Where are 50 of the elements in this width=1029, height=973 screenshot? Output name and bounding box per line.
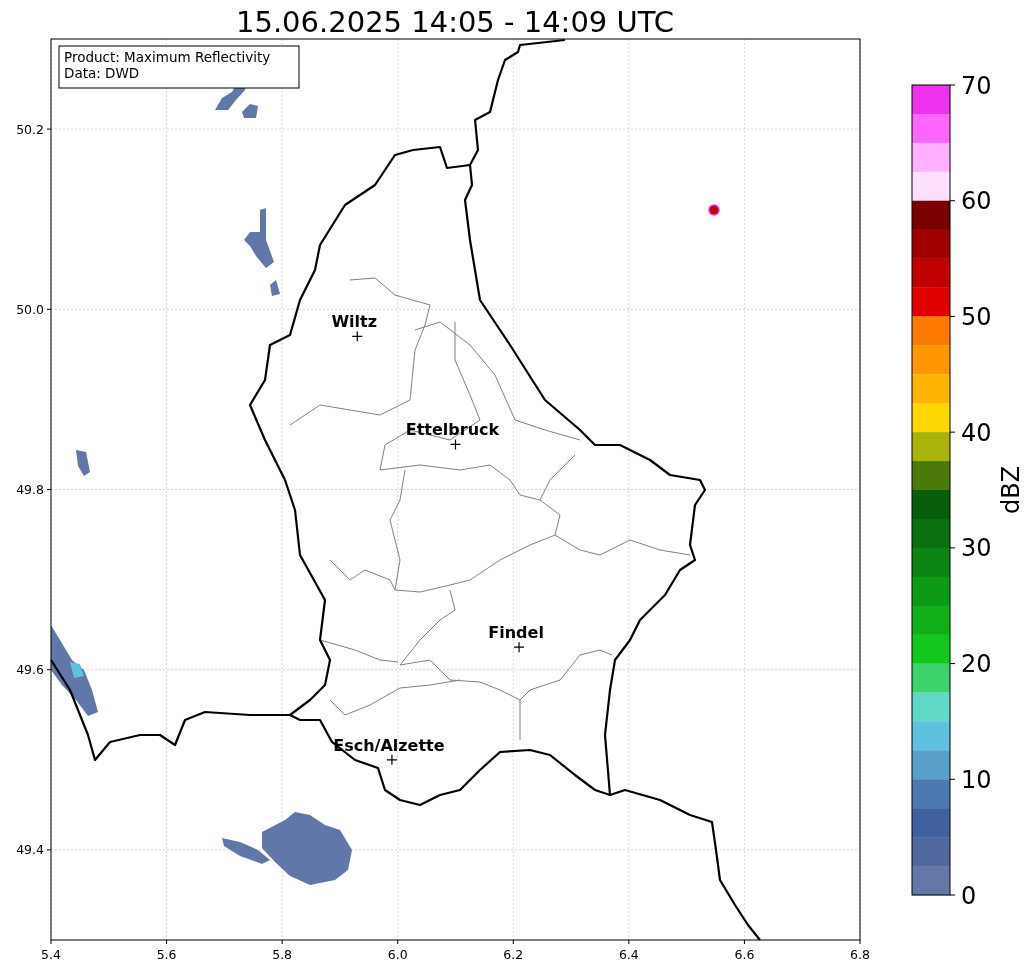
- chart-title: 15.06.2025 14:05 - 14:09 UTC: [236, 5, 674, 39]
- tick-mark: [166, 939, 168, 945]
- radar-echo: [708, 204, 720, 216]
- x-tick-label: 6.6: [734, 947, 755, 962]
- radar-echo: [76, 450, 90, 476]
- y-tick-label: 50.2: [16, 121, 44, 137]
- colorbar-tick-label: 60: [961, 187, 992, 216]
- colorbar-tick-label: 40: [961, 418, 992, 447]
- info-text: Data: DWD: [64, 65, 140, 81]
- info-text: Product: Maximum Reflectivity: [64, 49, 271, 65]
- radar-echo: [244, 208, 274, 268]
- tick-mark: [50, 939, 52, 945]
- tick-mark: [859, 939, 861, 945]
- y-tick-label: 49.6: [16, 662, 44, 678]
- tick-mark: [397, 939, 399, 945]
- colorbar-tick-label: 20: [961, 650, 992, 679]
- tick-mark: [281, 939, 283, 945]
- tick-mark: [743, 939, 745, 945]
- city-marker: [386, 754, 398, 766]
- tick-mark: [628, 939, 630, 945]
- x-tick-label: 6.2: [503, 947, 524, 962]
- y-tick-label: 49.8: [16, 482, 44, 497]
- y-tick-label: 49.4: [16, 842, 44, 858]
- city-marker: [449, 438, 462, 451]
- x-tick-label: 6.8: [850, 947, 870, 962]
- x-tick-label: 5.8: [272, 947, 293, 962]
- x-tick-label: 6.4: [618, 947, 639, 962]
- colorbar-tick-label: 10: [961, 765, 992, 794]
- colorbar-tick-label: 70: [961, 71, 992, 100]
- colorbar-label: dBZ: [997, 465, 1025, 515]
- x-tick-label: 6.0: [387, 947, 408, 962]
- city-label: Ettelbruck: [405, 420, 500, 440]
- x-tick-label: 5.6: [156, 947, 177, 962]
- y-tick-label: 50.0: [16, 301, 44, 317]
- tick-mark: [512, 939, 514, 945]
- radar-echo: [270, 280, 280, 296]
- city-marker: [513, 641, 525, 653]
- city-label: Esch/Alzette: [333, 735, 445, 755]
- colorbar-tick-label: 0: [961, 881, 977, 910]
- tick-mark: [46, 489, 52, 490]
- colorbar-tick-label: 50: [961, 302, 992, 331]
- city-label: Findel: [488, 623, 544, 643]
- tick-mark: [46, 669, 52, 671]
- colorbar-tick-label: 30: [961, 534, 992, 563]
- city-marker: [351, 330, 363, 342]
- tick-mark: [46, 128, 52, 130]
- x-tick-label: 5.4: [41, 947, 61, 962]
- tick-mark: [46, 849, 52, 851]
- tick-mark: [46, 308, 52, 310]
- city-label: Wiltz: [331, 312, 378, 332]
